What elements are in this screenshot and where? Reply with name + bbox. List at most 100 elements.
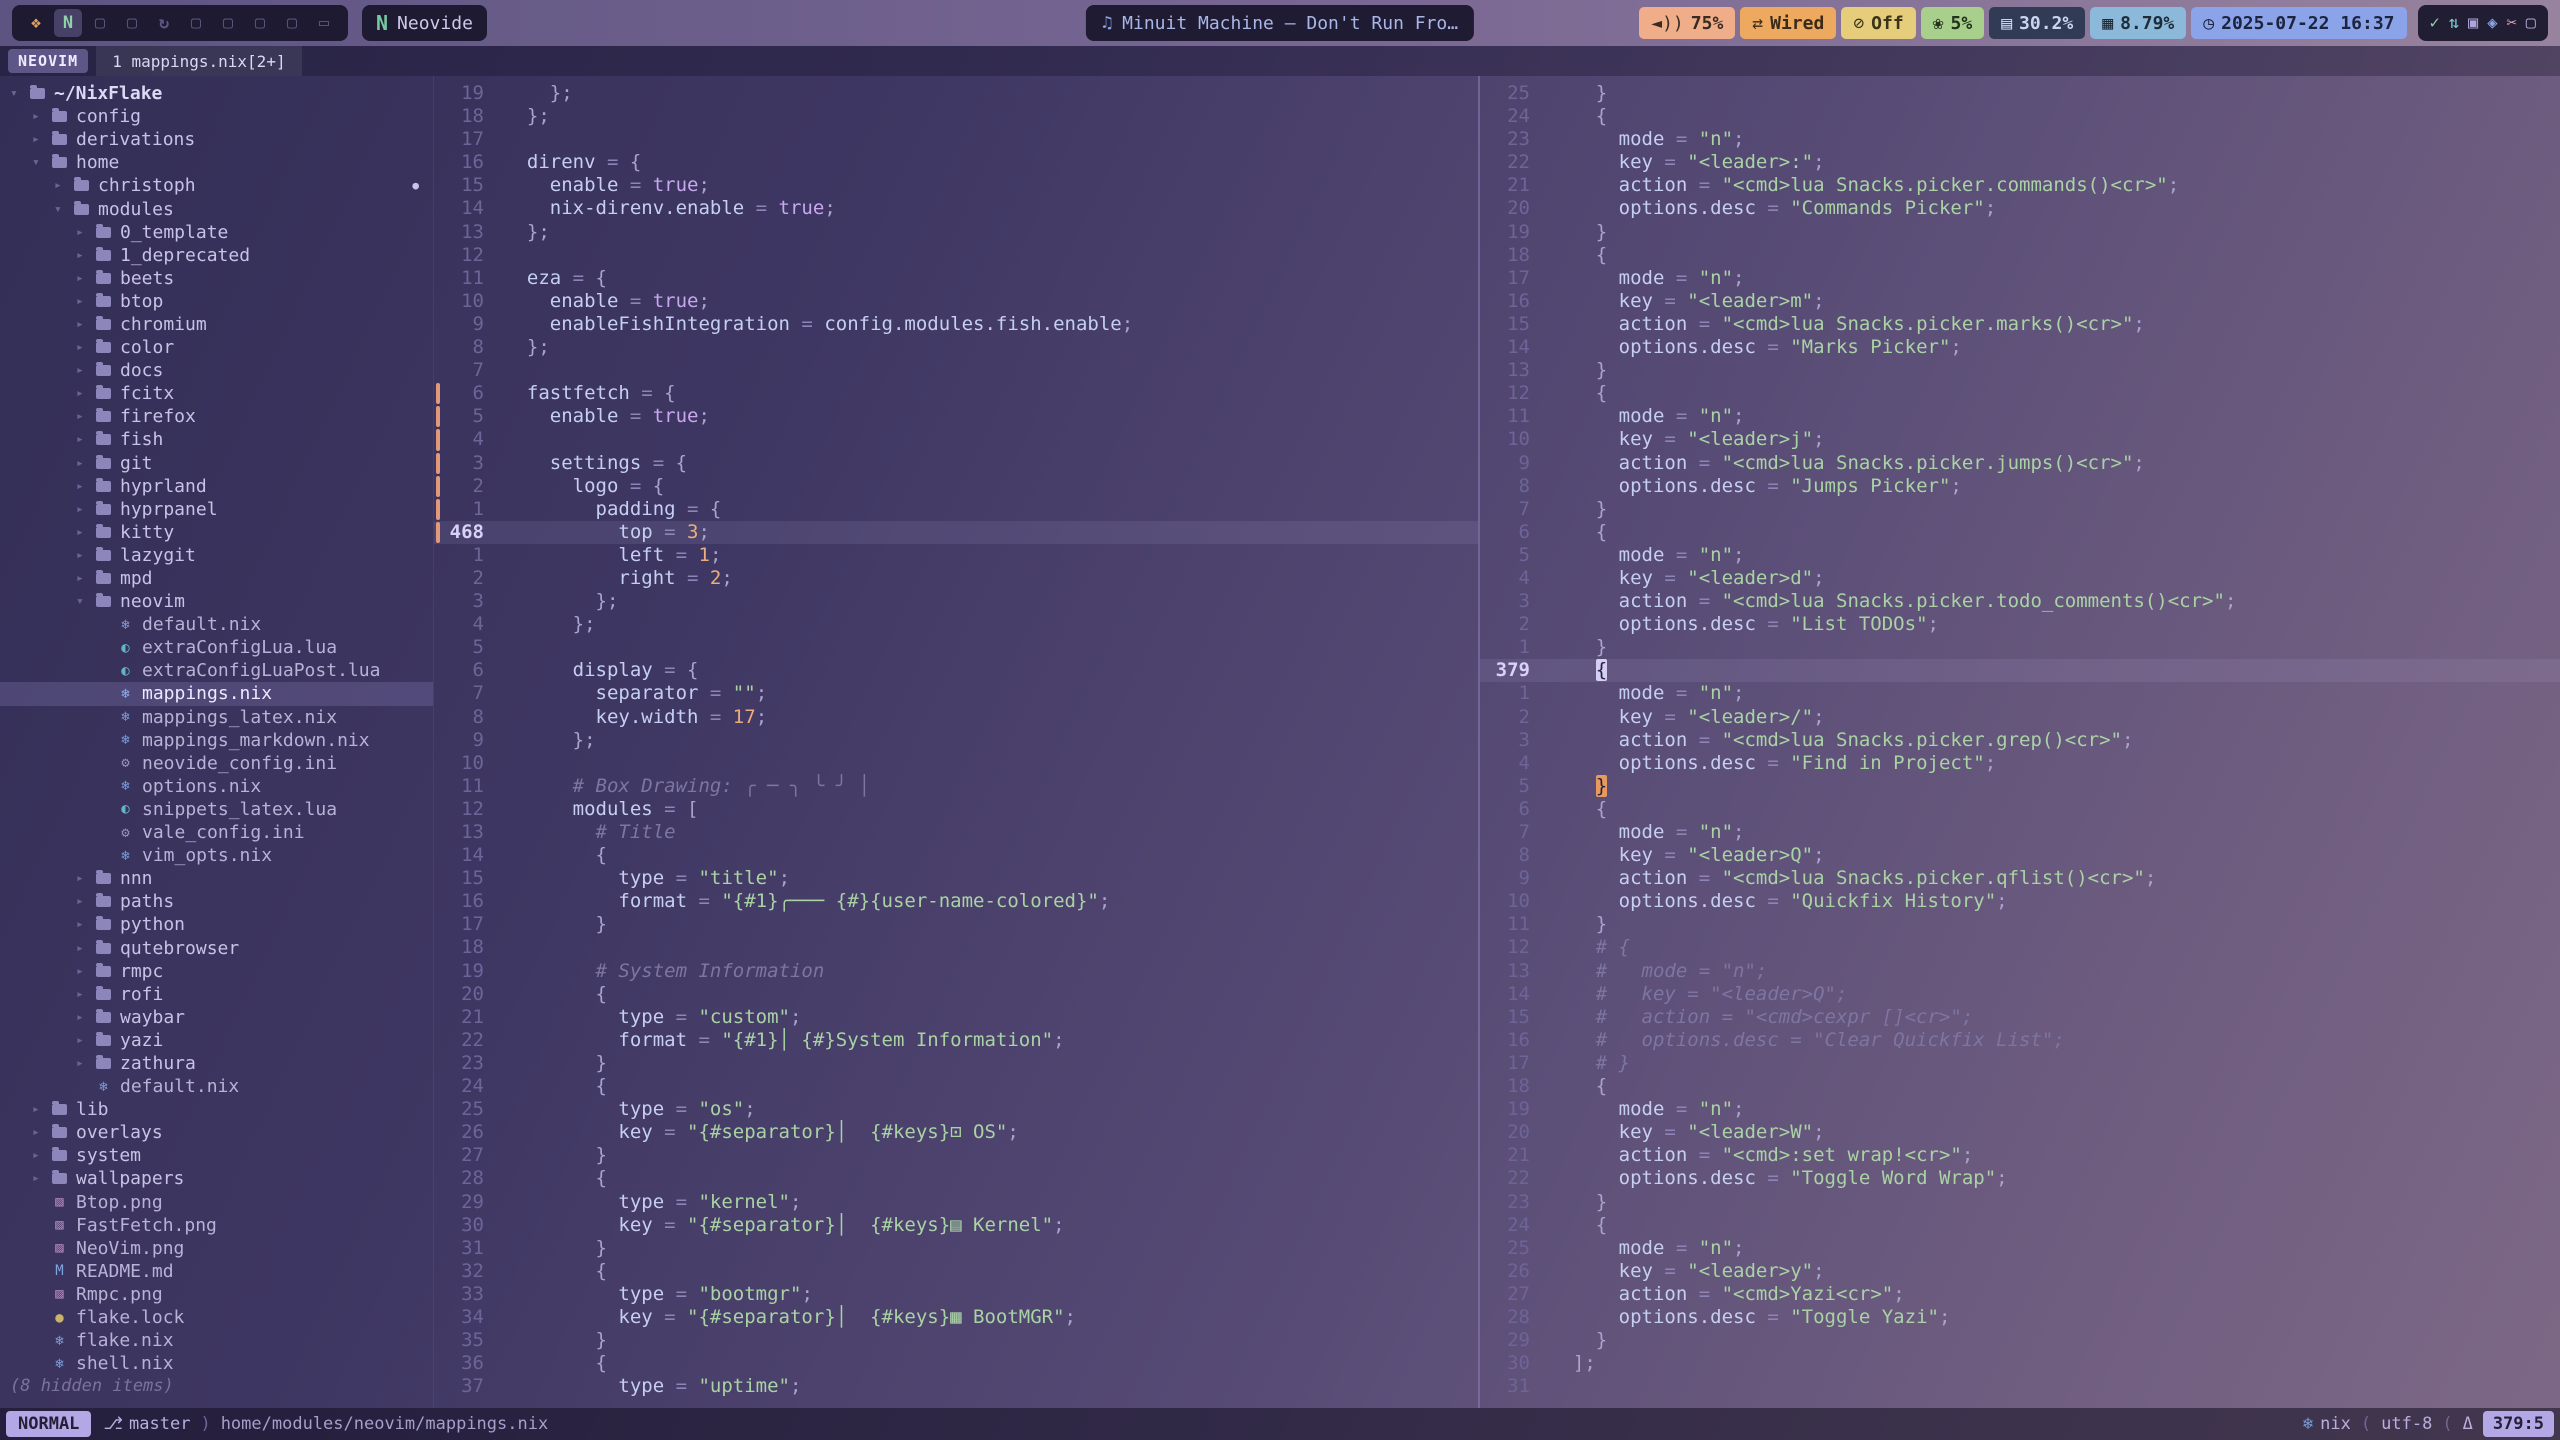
editor-pane-right[interactable]: 25 }24 {23 mode = "n";22 key = "<leader>…: [1480, 76, 2560, 1408]
editor-line[interactable]: 15 action = "<cmd>lua Snacks.picker.mark…: [1480, 313, 2560, 336]
editor-line[interactable]: 27 }: [434, 1144, 1478, 1167]
tree-item[interactable]: ▸christoph●: [0, 174, 433, 197]
editor-line[interactable]: 6 fastfetch = {: [434, 382, 1478, 405]
editor-line[interactable]: 12: [434, 244, 1478, 267]
editor-line[interactable]: 17: [434, 128, 1478, 151]
editor-line[interactable]: 3 };: [434, 590, 1478, 613]
editor-line[interactable]: 20 options.desc = "Commands Picker";: [1480, 197, 2560, 220]
editor-line[interactable]: 9 enableFishIntegration = config.modules…: [434, 313, 1478, 336]
workspace-icon[interactable]: ▢: [182, 9, 210, 37]
editor-line[interactable]: 13 }: [1480, 359, 2560, 382]
editor-line[interactable]: 8 key.width = 17;: [434, 706, 1478, 729]
editor-line[interactable]: 14 # key = "<leader>Q";: [1480, 983, 2560, 1006]
tree-item[interactable]: ▸beets: [0, 267, 433, 290]
editor-line[interactable]: 4: [434, 428, 1478, 451]
editor-line[interactable]: 8 key = "<leader>Q";: [1480, 844, 2560, 867]
tree-item[interactable]: ▸system: [0, 1144, 433, 1167]
editor-line[interactable]: 21 action = "<cmd>lua Snacks.picker.comm…: [1480, 174, 2560, 197]
editor-line[interactable]: 5 mode = "n";: [1480, 544, 2560, 567]
editor-line[interactable]: 14 options.desc = "Marks Picker";: [1480, 336, 2560, 359]
editor-line[interactable]: 2 options.desc = "List TODOs";: [1480, 613, 2560, 636]
workspace-icon[interactable]: ↻: [150, 9, 178, 37]
editor-line[interactable]: 18 {: [1480, 1075, 2560, 1098]
tree-item[interactable]: ▸docs: [0, 359, 433, 382]
workspace-icon[interactable]: N: [54, 9, 82, 37]
editor-line[interactable]: 14 nix-direnv.enable = true;: [434, 197, 1478, 220]
tree-item[interactable]: ▸rofi: [0, 983, 433, 1006]
editor-line[interactable]: 30 key = "{#separator}│ {#keys}▤ Kernel"…: [434, 1214, 1478, 1237]
editor-line[interactable]: 4 options.desc = "Find in Project";: [1480, 752, 2560, 775]
editor-line[interactable]: 28 {: [434, 1167, 1478, 1190]
editor-line[interactable]: 7 }: [1480, 498, 2560, 521]
workspace-icon[interactable]: ▢: [118, 9, 146, 37]
notifications-module[interactable]: ⊘Off: [1841, 7, 1915, 39]
editor-current-line[interactable]: 468 top = 3;: [434, 521, 1478, 544]
editor-line[interactable]: 2 logo = {: [434, 475, 1478, 498]
editor-line[interactable]: 12 {: [1480, 382, 2560, 405]
workspace-icon[interactable]: ▢: [86, 9, 114, 37]
tree-item[interactable]: ❄shell.nix: [0, 1352, 433, 1375]
tree-item[interactable]: ▸kitty: [0, 521, 433, 544]
tree-item[interactable]: ⚙neovide_config.ini: [0, 752, 433, 775]
tree-item[interactable]: ❄default.nix: [0, 1075, 433, 1098]
editor-line[interactable]: 1 padding = {: [434, 498, 1478, 521]
editor-line[interactable]: 14 {: [434, 844, 1478, 867]
tree-item[interactable]: ◐extraConfigLua.lua: [0, 636, 433, 659]
editor-line[interactable]: 19 };: [434, 82, 1478, 105]
editor-line[interactable]: 11 mode = "n";: [1480, 405, 2560, 428]
editor-line[interactable]: 29 type = "kernel";: [434, 1191, 1478, 1214]
editor-line[interactable]: 16 format = "{#1}╭─── {#}{user-name-colo…: [434, 890, 1478, 913]
tree-item[interactable]: ▸config: [0, 105, 433, 128]
editor-line[interactable]: 24 {: [1480, 1214, 2560, 1237]
memory-module[interactable]: ▤30.2%: [1989, 7, 2085, 39]
tab-mappings-nix[interactable]: 1 mappings.nix[2+]: [96, 46, 301, 76]
editor-line[interactable]: 2 right = 2;: [434, 567, 1478, 590]
tree-item[interactable]: MREADME.md: [0, 1260, 433, 1283]
tree-item[interactable]: ▸yazi: [0, 1029, 433, 1052]
tree-item[interactable]: ▸chromium: [0, 313, 433, 336]
editor-line[interactable]: 12 # {: [1480, 936, 2560, 959]
editor-line[interactable]: 13 # mode = "n";: [1480, 960, 2560, 983]
editor-line[interactable]: 19 mode = "n";: [1480, 1098, 2560, 1121]
editor-line[interactable]: 28 options.desc = "Toggle Yazi";: [1480, 1306, 2560, 1329]
editor-line[interactable]: 35 }: [434, 1329, 1478, 1352]
editor-line[interactable]: 2 key = "<leader>/";: [1480, 706, 2560, 729]
tree-item[interactable]: ❄options.nix: [0, 775, 433, 798]
tree-item[interactable]: ▸fcitx: [0, 382, 433, 405]
tree-item[interactable]: ▨Rmpc.png: [0, 1283, 433, 1306]
editor-current-line[interactable]: 379 {: [1480, 659, 2560, 682]
editor-line[interactable]: 22 format = "{#1}│ {#}System Information…: [434, 1029, 1478, 1052]
editor-line[interactable]: 31: [1480, 1375, 2560, 1398]
tree-item[interactable]: ▸mpd: [0, 567, 433, 590]
editor-line[interactable]: 17 }: [434, 913, 1478, 936]
editor-line[interactable]: 9 };: [434, 729, 1478, 752]
git-branch-label[interactable]: master: [129, 1414, 190, 1434]
editor-line[interactable]: 1 left = 1;: [434, 544, 1478, 567]
volume-module[interactable]: ◄))75%: [1639, 7, 1735, 39]
editor-line[interactable]: 19 }: [1480, 221, 2560, 244]
editor-line[interactable]: 6 {: [1480, 521, 2560, 544]
editor-line[interactable]: 3 settings = {: [434, 452, 1478, 475]
tree-item[interactable]: ▾modules: [0, 197, 433, 220]
tree-item[interactable]: ▸qutebrowser: [0, 936, 433, 959]
tree-item[interactable]: ▨FastFetch.png: [0, 1214, 433, 1237]
tree-item[interactable]: ▸overlays: [0, 1121, 433, 1144]
editor-line[interactable]: 15 type = "title";: [434, 867, 1478, 890]
editor-line[interactable]: 12 modules = [: [434, 798, 1478, 821]
editor-line[interactable]: 9 action = "<cmd>lua Snacks.picker.jumps…: [1480, 452, 2560, 475]
editor-line[interactable]: 15 enable = true;: [434, 174, 1478, 197]
tree-item[interactable]: ▸derivations: [0, 128, 433, 151]
tree-item[interactable]: ▸python: [0, 913, 433, 936]
network-module[interactable]: ⇄Wired: [1740, 7, 1836, 39]
power-profile-module[interactable]: ❀5%: [1921, 7, 1985, 39]
editor-line[interactable]: 18 };: [434, 105, 1478, 128]
window-icon[interactable]: ▢: [2526, 13, 2536, 33]
tree-item[interactable]: ▸lazygit: [0, 544, 433, 567]
editor-line[interactable]: 7: [434, 359, 1478, 382]
editor-line[interactable]: 25 mode = "n";: [1480, 1237, 2560, 1260]
tree-item[interactable]: ❄mappings_markdown.nix: [0, 729, 433, 752]
workspace-icon[interactable]: ▭: [310, 9, 338, 37]
editor-line[interactable]: 16 # options.desc = "Clear Quickfix List…: [1480, 1029, 2560, 1052]
editor-line[interactable]: 8 };: [434, 336, 1478, 359]
cpu-module[interactable]: ▦8.79%: [2090, 7, 2186, 39]
